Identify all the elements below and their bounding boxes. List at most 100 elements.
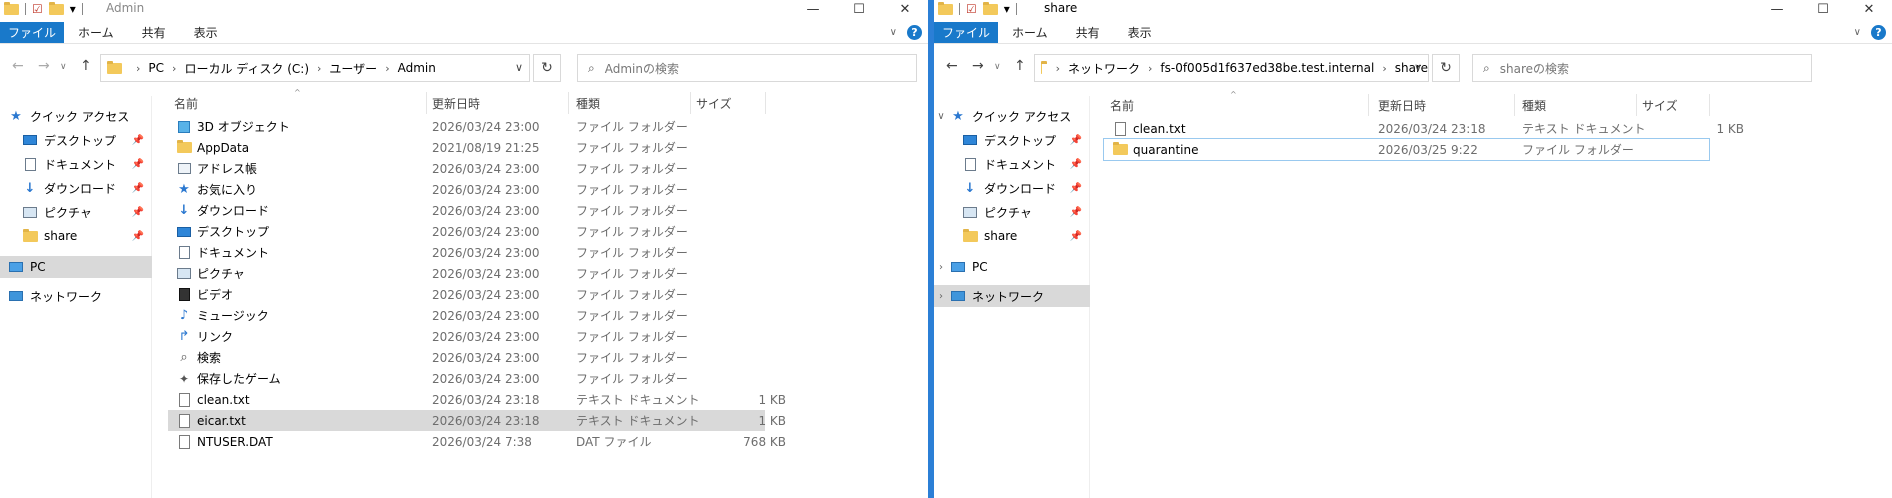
file-row[interactable]: デスクトップ 2026/03/24 23:00 ファイル フォルダー: [168, 221, 765, 242]
sidebar-item[interactable]: デスクトップ 📌: [934, 129, 1090, 151]
file-row[interactable]: ↓ ダウンロード 2026/03/24 23:00 ファイル フォルダー: [168, 200, 765, 221]
chevron-right-icon[interactable]: ›: [934, 262, 948, 273]
ribbon-expand-icon[interactable]: ∨: [1854, 27, 1861, 38]
file-row[interactable]: ドキュメント 2026/03/24 23:00 ファイル フォルダー: [168, 242, 765, 263]
tab-file[interactable]: ファイル: [0, 22, 65, 43]
file-row[interactable]: ピクチャ 2026/03/24 23:00 ファイル フォルダー: [168, 263, 765, 284]
sidebar-item[interactable]: デスクトップ 📌: [0, 129, 152, 151]
chevron-down-icon[interactable]: ▾: [1004, 2, 1010, 16]
file-row[interactable]: ★ お気に入り 2026/03/24 23:00 ファイル フォルダー: [168, 179, 765, 200]
pin-icon[interactable]: 📌: [1070, 231, 1082, 242]
sidebar-item[interactable]: ∨ ★ クイック アクセス: [934, 105, 1090, 127]
sidebar-item[interactable]: ↓ ダウンロード 📌: [0, 177, 152, 199]
tab-share[interactable]: 共有: [128, 22, 180, 43]
maximize-button[interactable]: ☐: [836, 0, 882, 18]
breadcrumb-local-disk[interactable]: ローカル ディスク (C:): [184, 60, 309, 77]
breadcrumb-pc[interactable]: PC: [148, 61, 164, 75]
file-row[interactable]: ↱ リンク 2026/03/24 23:00 ファイル フォルダー: [168, 326, 765, 347]
file-row[interactable]: ♪ ミュージック 2026/03/24 23:00 ファイル フォルダー: [168, 305, 765, 326]
tab-home[interactable]: ホーム: [64, 22, 128, 43]
column-header-type[interactable]: 種類: [576, 92, 600, 114]
column-header-name[interactable]: 名前: [1110, 94, 1134, 116]
pin-icon[interactable]: 📌: [132, 159, 144, 170]
new-folder-icon[interactable]: [982, 1, 998, 15]
file-row[interactable]: 3D オブジェクト 2026/03/24 23:00 ファイル フォルダー: [168, 116, 765, 137]
address-bar[interactable]: › ネットワーク › fs-0f005d1f637ed38be.test.inter…: [1034, 54, 1429, 82]
breadcrumb-network[interactable]: ネットワーク: [1068, 60, 1140, 77]
sidebar-item[interactable]: ドキュメント 📌: [0, 153, 152, 175]
file-row[interactable]: アドレス帳 2026/03/24 23:00 ファイル フォルダー: [168, 158, 765, 179]
minimize-button[interactable]: —: [1754, 0, 1800, 18]
up-button[interactable]: ↑: [80, 58, 92, 74]
sidebar-item[interactable]: ↓ ダウンロード 📌: [934, 177, 1090, 199]
pin-icon[interactable]: 📌: [132, 207, 144, 218]
chevron-down-icon[interactable]: ∨: [515, 61, 523, 74]
file-row[interactable]: AppData 2021/08/19 21:25 ファイル フォルダー: [168, 137, 765, 158]
pin-icon[interactable]: 📌: [1070, 183, 1082, 194]
column-header-type[interactable]: 種類: [1522, 94, 1546, 116]
file-row[interactable]: ⌕ 検索 2026/03/24 23:00 ファイル フォルダー: [168, 347, 765, 368]
file-row[interactable]: ビデオ 2026/03/24 23:00 ファイル フォルダー: [168, 284, 765, 305]
file-row[interactable]: eicar.txt 2026/03/24 23:18 テキスト ドキュメント 1 KB: [168, 410, 786, 431]
refresh-button[interactable]: ↻: [533, 54, 561, 82]
file-row[interactable]: quarantine 2026/03/25 9:22 ファイル フォルダー: [1103, 138, 1710, 161]
sidebar-item[interactable]: ネットワーク: [0, 285, 152, 307]
column-header-size[interactable]: サイズ: [696, 92, 732, 114]
address-bar[interactable]: › PC › ローカル ディスク (C:) › ユーザー › Admin ∨: [100, 54, 530, 82]
chevron-right-icon[interactable]: ›: [934, 291, 948, 302]
tab-view[interactable]: 表示: [1114, 22, 1166, 43]
tab-file[interactable]: ファイル: [934, 22, 999, 43]
breadcrumb-users[interactable]: ユーザー: [329, 60, 377, 77]
help-icon[interactable]: ?: [907, 25, 922, 40]
file-row[interactable]: clean.txt 2026/03/24 23:18 テキスト ドキュメント 1 KB: [168, 389, 786, 410]
minimize-button[interactable]: —: [790, 0, 836, 18]
search-input[interactable]: ⌕ Adminの検索: [577, 54, 917, 82]
search-input[interactable]: ⌕ shareの検索: [1472, 54, 1812, 82]
recent-locations-icon[interactable]: ∨: [994, 62, 1001, 72]
sidebar-item[interactable]: ドキュメント 📌: [934, 153, 1090, 175]
back-button[interactable]: ←: [12, 58, 24, 74]
file-row[interactable]: clean.txt 2026/03/24 23:18 テキスト ドキュメント 1 KB: [1104, 118, 1744, 139]
pin-icon[interactable]: 📌: [1070, 159, 1082, 170]
chevron-down-icon[interactable]: ∨: [934, 111, 948, 122]
tab-share[interactable]: 共有: [1062, 22, 1114, 43]
breadcrumb-server[interactable]: fs-0f005d1f637ed38be.test.internal: [1160, 61, 1374, 75]
sidebar-item[interactable]: ★ クイック アクセス: [0, 105, 152, 127]
back-button[interactable]: ←: [946, 58, 958, 74]
sidebar-item[interactable]: ピクチャ 📌: [934, 201, 1090, 223]
sidebar-item[interactable]: › PC: [934, 256, 1090, 278]
pin-icon[interactable]: 📌: [132, 183, 144, 194]
chevron-down-icon[interactable]: ∨: [1414, 61, 1422, 74]
maximize-button[interactable]: ☐: [1800, 0, 1846, 18]
refresh-button[interactable]: ↻: [1432, 54, 1460, 82]
close-button[interactable]: ✕: [882, 0, 928, 18]
column-header-date[interactable]: 更新日時: [1378, 94, 1426, 116]
column-header-name[interactable]: 名前: [174, 92, 198, 114]
pin-icon[interactable]: 📌: [132, 135, 144, 146]
new-folder-icon[interactable]: [48, 1, 64, 15]
pin-icon[interactable]: 📌: [1070, 135, 1082, 146]
forward-button[interactable]: →: [38, 58, 50, 74]
breadcrumb-share[interactable]: share: [1395, 61, 1428, 75]
ribbon-expand-icon[interactable]: ∨: [890, 27, 897, 38]
breadcrumb-admin[interactable]: Admin: [398, 61, 436, 75]
chevron-down-icon[interactable]: ▾: [70, 2, 76, 16]
pin-icon[interactable]: 📌: [132, 231, 144, 242]
tab-view[interactable]: 表示: [180, 22, 232, 43]
sidebar-item[interactable]: share 📌: [934, 225, 1090, 247]
properties-icon[interactable]: ☑: [32, 2, 43, 16]
file-row[interactable]: ✦ 保存したゲーム 2026/03/24 23:00 ファイル フォルダー: [168, 368, 765, 389]
properties-icon[interactable]: ☑: [966, 2, 977, 16]
column-header-date[interactable]: 更新日時: [432, 92, 480, 114]
up-button[interactable]: ↑: [1014, 58, 1026, 74]
sidebar-item[interactable]: PC: [0, 256, 152, 278]
column-header-size[interactable]: サイズ: [1642, 94, 1678, 116]
sidebar-item[interactable]: › ネットワーク: [934, 285, 1090, 307]
close-button[interactable]: ✕: [1846, 0, 1892, 18]
help-icon[interactable]: ?: [1871, 25, 1886, 40]
recent-locations-icon[interactable]: ∨: [60, 62, 67, 72]
forward-button[interactable]: →: [972, 58, 984, 74]
pin-icon[interactable]: 📌: [1070, 207, 1082, 218]
sidebar-item[interactable]: ピクチャ 📌: [0, 201, 152, 223]
sidebar-item[interactable]: share 📌: [0, 225, 152, 247]
